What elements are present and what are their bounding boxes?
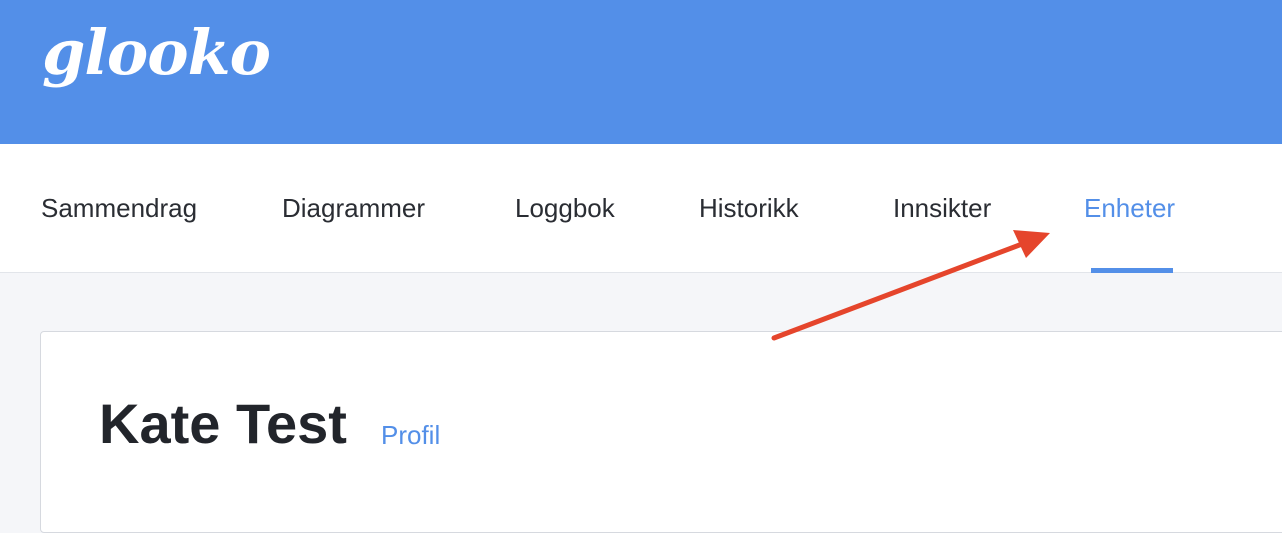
app-header: glooko bbox=[0, 0, 1282, 144]
tab-enheter[interactable]: Enheter bbox=[1084, 192, 1175, 224]
tab-historikk[interactable]: Historikk bbox=[699, 192, 799, 224]
tab-sammendrag[interactable]: Sammendrag bbox=[41, 192, 197, 224]
main-nav: Sammendrag Diagrammer Loggbok Historikk … bbox=[0, 144, 1282, 273]
patient-card: Kate Test Profil bbox=[40, 331, 1282, 533]
glooko-logo[interactable]: glooko bbox=[42, 22, 271, 84]
profile-link[interactable]: Profil bbox=[381, 422, 440, 448]
tab-innsikter[interactable]: Innsikter bbox=[893, 192, 991, 224]
tab-diagrammer[interactable]: Diagrammer bbox=[282, 192, 425, 224]
patient-name: Kate Test bbox=[99, 392, 347, 455]
active-tab-indicator bbox=[1091, 268, 1173, 273]
tab-loggbok[interactable]: Loggbok bbox=[515, 192, 615, 224]
